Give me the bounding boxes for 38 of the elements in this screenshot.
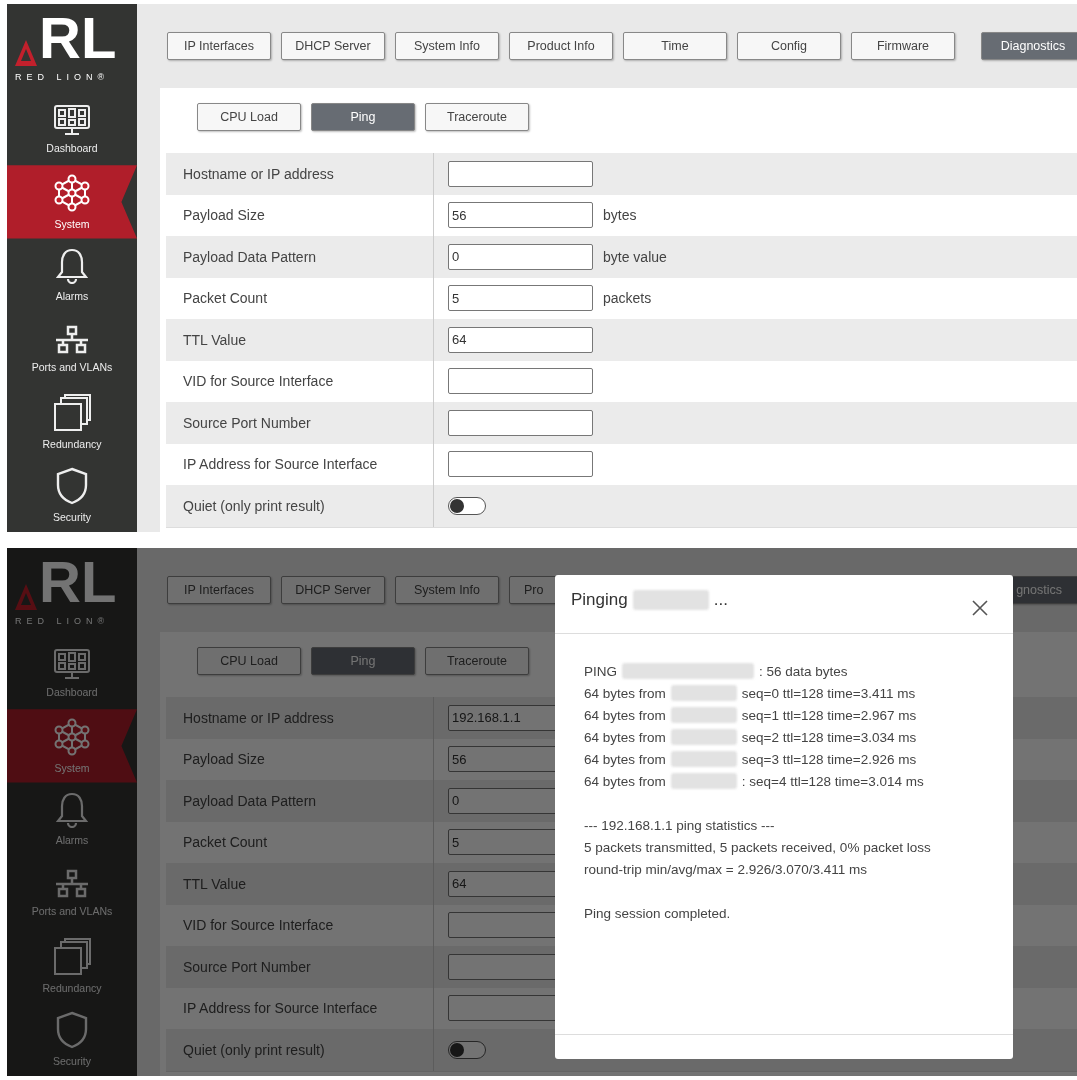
field-label: Hostname or IP address xyxy=(183,165,334,182)
field-label: VID for Source Interface xyxy=(183,373,334,390)
unit-label: bytes xyxy=(603,207,637,224)
field-label: Payload Data Pattern xyxy=(183,248,317,265)
field-label: Hostname or IP address xyxy=(183,709,334,726)
output-text: : 56 data bytes xyxy=(759,663,848,679)
field-label: IP Address for Source Interface xyxy=(183,1000,378,1017)
field-label: TTL Value xyxy=(183,875,247,892)
field-label: Packet Count xyxy=(183,290,268,307)
field-label: Packet Count xyxy=(183,834,268,851)
logo-wordmark: RED LION® xyxy=(15,72,111,82)
field-label: Payload Data Pattern xyxy=(183,792,317,809)
field-label: Payload Size xyxy=(183,751,265,768)
output-text: 64 bytes from xyxy=(584,685,666,701)
field-label: Payload Size xyxy=(183,207,265,224)
logo-wordmark: RED LION® xyxy=(15,616,111,626)
output-text: seq=0 ttl=128 time=3.411 ms xyxy=(741,685,916,701)
logo-mark: RL xyxy=(39,10,117,66)
logo-mark: RL xyxy=(39,554,117,610)
field-label: Quiet (only print result) xyxy=(183,497,325,514)
output-text: seq=2 ttl=128 time=3.034 ms xyxy=(741,729,917,745)
dialog-title: ... xyxy=(713,590,728,610)
unit-label: packets xyxy=(603,290,652,307)
output-text: Ping session completed. xyxy=(584,905,731,921)
field-label: TTL Value xyxy=(183,331,247,348)
field-label: Source Port Number xyxy=(183,414,311,431)
dialog-title: Pinging xyxy=(571,590,628,610)
field-label: IP Address for Source Interface xyxy=(183,456,378,473)
output-text: PING xyxy=(584,663,617,679)
output-text: : seq=4 ttl=128 time=3.014 ms xyxy=(741,773,924,789)
field-label: VID for Source Interface xyxy=(183,917,334,934)
field-label: Quiet (only print result) xyxy=(183,1041,325,1058)
output-text: 64 bytes from xyxy=(584,773,666,789)
unit-label: byte value xyxy=(603,248,667,265)
output-text: seq=3 ttl=128 time=2.926 ms xyxy=(741,751,917,767)
output-text: 64 bytes from xyxy=(584,729,666,745)
field-label: Source Port Number xyxy=(183,958,311,975)
output-text: seq=1 ttl=128 time=2.967 ms xyxy=(741,707,917,723)
